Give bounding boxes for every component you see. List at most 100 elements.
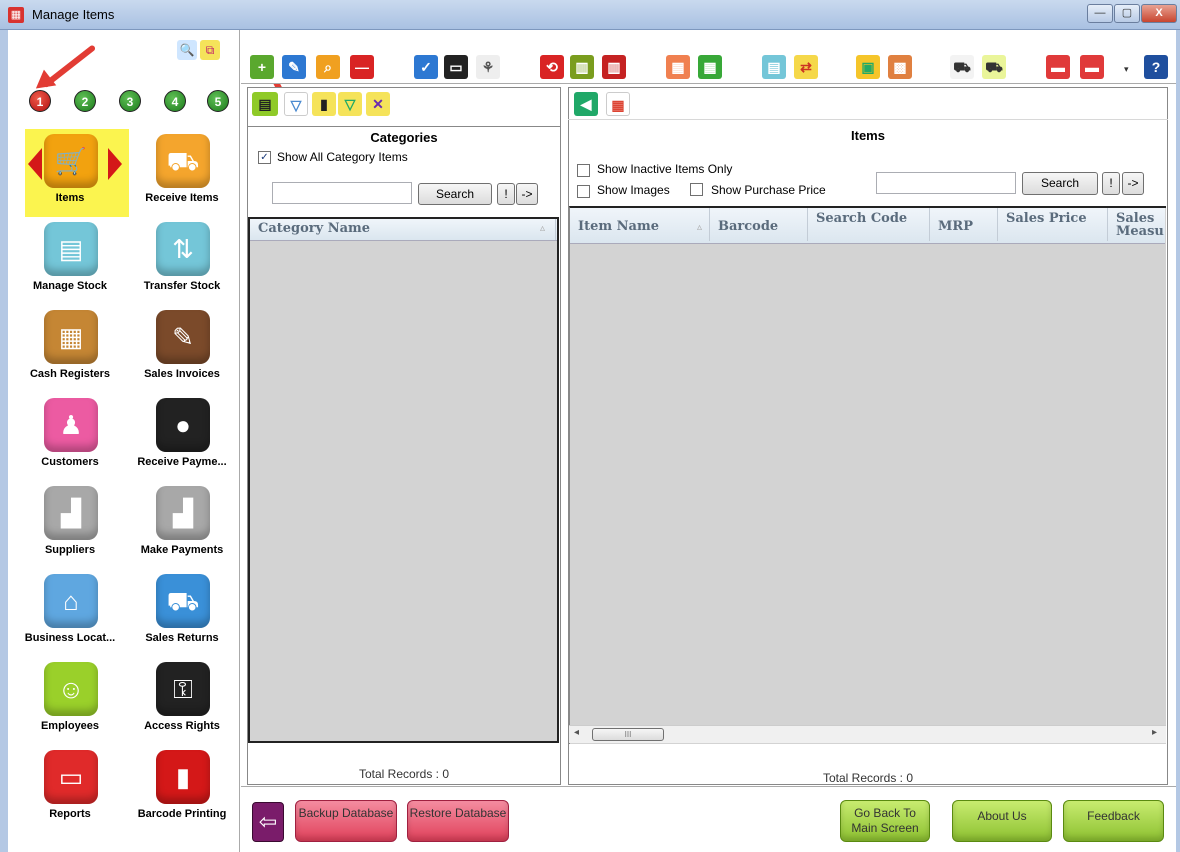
back-arrow-icon[interactable]: ◀ bbox=[574, 92, 598, 116]
check-icon[interactable]: ✓ bbox=[414, 55, 438, 79]
app-cart-icon: ▦ bbox=[8, 7, 24, 23]
column-chart-icon[interactable]: ▥ bbox=[602, 55, 626, 79]
window-title: Manage Items bbox=[32, 7, 115, 22]
cart-return-icon[interactable]: ⛟ bbox=[982, 55, 1006, 79]
nav-item-suppliers[interactable]: ▟ Suppliers bbox=[22, 482, 118, 568]
cash-register-icon: ▦ bbox=[44, 310, 98, 364]
table-import-icon[interactable]: ▦ bbox=[698, 55, 722, 79]
feedback-button[interactable]: Feedback bbox=[1063, 800, 1164, 842]
nav-item-transfer-stock[interactable]: ⇅ Transfer Stock bbox=[134, 218, 230, 304]
page-3-button[interactable]: 3 bbox=[119, 90, 141, 112]
refresh-icon[interactable]: ⟲ bbox=[540, 55, 564, 79]
boxes-icon[interactable]: ▣ bbox=[856, 55, 880, 79]
close-button[interactable]: X bbox=[1141, 4, 1177, 23]
category-clear-button[interactable]: ! bbox=[497, 183, 515, 205]
search-icon[interactable]: 🔍 bbox=[177, 40, 197, 60]
truck-icon[interactable]: ▬ bbox=[1046, 55, 1070, 79]
scroll-right-icon[interactable]: ▸ bbox=[1152, 727, 1157, 738]
nav-item-access-rights[interactable]: ⚿ Access Rights bbox=[134, 658, 230, 744]
shopping-cart-icon: 🛒 bbox=[44, 134, 98, 188]
nav-item-make-payments[interactable]: ▟ Make Payments bbox=[134, 482, 230, 568]
keyboard-icon[interactable]: ▭ bbox=[444, 55, 468, 79]
lock-key-icon: ⚿ bbox=[156, 662, 210, 716]
search-code-column[interactable]: Search Code bbox=[808, 208, 930, 241]
items-grid-header: Item Name Barcode Search Code MRP Sales … bbox=[570, 208, 1165, 244]
table-export-icon[interactable]: ▦ bbox=[666, 55, 690, 79]
page-5-button[interactable]: 5 bbox=[207, 90, 229, 112]
go-back-main-screen-button[interactable]: Go Back To Main Screen bbox=[840, 800, 930, 842]
restore-database-button[interactable]: Restore Database bbox=[407, 800, 509, 842]
nav-item-sales-returns[interactable]: ⛟ Sales Returns bbox=[134, 570, 230, 656]
barcode-column[interactable]: Barcode bbox=[710, 208, 808, 241]
return-cart-icon: ⛟ bbox=[156, 574, 210, 628]
items-search-input[interactable] bbox=[876, 172, 1016, 194]
edit-icon[interactable]: ✎ bbox=[282, 55, 306, 79]
map-icon[interactable]: ▩ bbox=[888, 55, 912, 79]
nav-item-employees[interactable]: ☺ Employees bbox=[22, 658, 118, 744]
overflow-icon[interactable]: ▾ bbox=[1124, 64, 1132, 74]
category-search-button[interactable]: Search bbox=[418, 183, 492, 205]
divider bbox=[568, 119, 1168, 120]
add-icon[interactable]: + bbox=[250, 55, 274, 79]
nav-item-receive-items[interactable]: ⛟ Receive Items bbox=[134, 130, 230, 216]
nav-item-customers[interactable]: ♟ Customers bbox=[22, 394, 118, 480]
cart-icon[interactable]: ⛟ bbox=[950, 55, 974, 79]
sales-measure-column[interactable]: Sales Measu bbox=[1108, 208, 1165, 241]
minimize-button[interactable]: — bbox=[1087, 4, 1113, 23]
sub-category-icon[interactable]: ▮ bbox=[312, 92, 336, 116]
collapse-icon[interactable]: ✕ bbox=[366, 92, 390, 116]
about-us-button[interactable]: About Us bbox=[952, 800, 1052, 842]
truck-return-icon[interactable]: ▬ bbox=[1080, 55, 1104, 79]
items-go-button[interactable]: -> bbox=[1122, 172, 1144, 195]
items-search-button[interactable]: Search bbox=[1022, 172, 1098, 195]
divider bbox=[247, 126, 561, 127]
exit-icon[interactable]: ⇦ bbox=[252, 802, 284, 842]
page-4-button[interactable]: 4 bbox=[164, 90, 186, 112]
delete-icon[interactable]: — bbox=[350, 55, 374, 79]
maximize-button[interactable]: ▢ bbox=[1114, 4, 1140, 23]
grid-color-icon[interactable]: ▦ bbox=[606, 92, 630, 116]
items-grid[interactable] bbox=[569, 206, 1166, 744]
nav-item-cash-registers[interactable]: ▦ Cash Registers bbox=[22, 306, 118, 392]
show-purchase-price-checkbox[interactable] bbox=[690, 183, 703, 196]
category-grid[interactable] bbox=[248, 217, 559, 743]
show-all-category-checkbox[interactable]: ✓ bbox=[258, 151, 271, 164]
nav-item-label: Receive Payme... bbox=[137, 456, 227, 468]
sales-price-column[interactable]: Sales Price bbox=[998, 208, 1108, 241]
nav-item-label: Access Rights bbox=[144, 720, 220, 732]
windows-icon[interactable]: ⧉ bbox=[200, 40, 220, 60]
nav-item-items[interactable]: 🛒 Items bbox=[22, 130, 118, 216]
items-title: Items bbox=[851, 128, 885, 143]
page-2-button[interactable]: 2 bbox=[74, 90, 96, 112]
nav-item-barcode-printing[interactable]: ▮ Barcode Printing bbox=[134, 746, 230, 832]
filter-edit-icon[interactable]: ▽ bbox=[338, 92, 362, 116]
category-name-column[interactable]: Category Name bbox=[250, 219, 556, 240]
hierarchy-icon[interactable]: ⚘ bbox=[476, 55, 500, 79]
nav-item-label: Make Payments bbox=[140, 544, 224, 556]
backup-database-button[interactable]: Backup Database bbox=[295, 800, 397, 842]
show-inactive-checkbox[interactable] bbox=[577, 164, 590, 177]
mrp-column[interactable]: MRP bbox=[930, 208, 998, 241]
customers-icon: ♟ bbox=[44, 398, 98, 452]
nav-item-label: Sales Invoices bbox=[144, 368, 220, 380]
nav-item-business-locat[interactable]: ⌂ Business Locat... bbox=[22, 570, 118, 656]
item-name-column[interactable]: Item Name bbox=[570, 208, 710, 241]
help-icon[interactable]: ? bbox=[1144, 55, 1168, 79]
category-go-button[interactable]: -> bbox=[516, 183, 538, 205]
stock-icon[interactable]: ▤ bbox=[762, 55, 786, 79]
nav-item-sales-invoices[interactable]: ✎ Sales Invoices bbox=[134, 306, 230, 392]
nav-item-receive-payme[interactable]: ● Receive Payme... bbox=[134, 394, 230, 480]
category-tree-icon[interactable]: ▤ bbox=[252, 92, 278, 116]
transfer-icon[interactable]: ⇄ bbox=[794, 55, 818, 79]
scroll-left-icon[interactable]: ◂ bbox=[574, 727, 579, 738]
scroll-thumb[interactable]: III bbox=[592, 728, 664, 741]
find-icon[interactable]: ⌕ bbox=[316, 55, 340, 79]
invoice-icon: ✎ bbox=[156, 310, 210, 364]
nav-item-manage-stock[interactable]: ▤ Manage Stock bbox=[22, 218, 118, 304]
category-search-input[interactable] bbox=[272, 182, 412, 204]
nav-item-reports[interactable]: ▭ Reports bbox=[22, 746, 118, 832]
filter-icon[interactable]: ▽ bbox=[284, 92, 308, 116]
items-clear-button[interactable]: ! bbox=[1102, 172, 1120, 195]
show-images-checkbox[interactable] bbox=[577, 185, 590, 198]
bar-chart-icon[interactable]: ▥ bbox=[570, 55, 594, 79]
